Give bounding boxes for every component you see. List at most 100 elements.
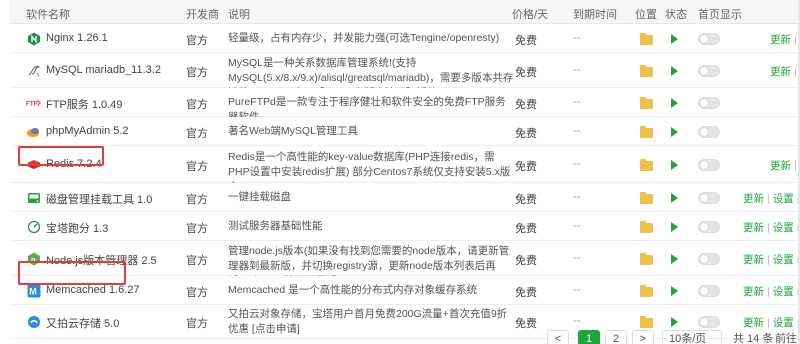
- plugin-name: FTP服务 1.0.49: [46, 98, 123, 111]
- folder-icon[interactable]: [640, 316, 653, 328]
- col-location: 位置: [635, 9, 657, 21]
- plugin-name: Nginx 1.26.1: [46, 31, 108, 44]
- table-row: Nginx 1.26.1 官方 轻量级，占有内存少，并发能力强(可选Tengine/…: [10, 24, 800, 53]
- home-display-toggle[interactable]: [698, 158, 720, 171]
- plugin-developer: 官方: [186, 66, 208, 79]
- plugin-price: 免费: [515, 286, 537, 299]
- folder-icon[interactable]: [640, 220, 653, 233]
- action-separator: |: [767, 285, 770, 298]
- plugin-expire: --: [573, 157, 581, 170]
- action-link[interactable]: 设置: [773, 286, 794, 298]
- home-display-toggle[interactable]: [698, 252, 720, 265]
- plugin-actions: 更新|设置|卸载: [743, 220, 800, 235]
- action-link[interactable]: 更新: [743, 254, 764, 266]
- plugin-expire: --: [573, 315, 581, 327]
- folder-icon[interactable]: [640, 284, 653, 297]
- plugin-table: 软件名称 开发商 说明 价格/天 到期时间 位置 状态 首页显示 Nginx 1…: [10, 0, 800, 339]
- play-icon[interactable]: [671, 126, 678, 137]
- plugin-actions: 更新|设置|卸载: [743, 252, 800, 267]
- page-1-button[interactable]: 1: [578, 330, 600, 344]
- col-home: 首页显示: [698, 9, 742, 21]
- plugin-expire: --: [573, 219, 581, 232]
- home-display-toggle[interactable]: [698, 96, 720, 109]
- pagination: < 1 2 > 10条/页 共 14 条 前往: [0, 328, 800, 344]
- highlight-memcached: [18, 261, 126, 285]
- prev-page-button[interactable]: <: [547, 330, 569, 344]
- disk-icon: [26, 190, 42, 206]
- action-link[interactable]: 设置: [773, 222, 794, 234]
- plugin-developer: 官方: [186, 222, 208, 235]
- plugin-actions: 更新|设: [770, 64, 800, 79]
- home-display-toggle[interactable]: [698, 316, 720, 328]
- plugin-expire: --: [573, 63, 581, 76]
- table-row: MySQL mariadb_11.3.2 官方 MySQL是一种关系数据库管理系统!…: [10, 53, 800, 99]
- play-icon[interactable]: [671, 285, 678, 296]
- action-separator: |: [767, 253, 770, 266]
- table-row: M Memcached 1.6.27 官方 Memcached 是一个高性能的分布式内…: [10, 276, 800, 305]
- plugin-actions: 更新|设置|卸载: [743, 191, 800, 206]
- plugin-price: 免费: [515, 222, 537, 235]
- action-link[interactable]: 更新: [770, 66, 791, 78]
- home-display-toggle[interactable]: [698, 64, 720, 77]
- action-separator: |: [767, 221, 770, 234]
- plugin-developer: 官方: [186, 193, 208, 206]
- folder-icon[interactable]: [640, 32, 653, 45]
- action-separator: |: [767, 192, 770, 205]
- action-link[interactable]: 更新: [770, 160, 791, 172]
- play-icon[interactable]: [671, 33, 678, 44]
- table-body: Nginx 1.26.1 官方 轻量级，占有内存少，并发能力强(可选Tengine/…: [10, 24, 800, 339]
- plugin-price: 免费: [515, 34, 537, 47]
- action-link[interactable]: 更新: [743, 286, 764, 298]
- table-row: phpMyAdmin 5.2 官方 著名Web端MySQL管理工具 免费 --: [10, 117, 800, 146]
- plugin-name: phpMyAdmin 5.2: [46, 124, 129, 137]
- highlight-redis: [18, 146, 104, 166]
- play-icon[interactable]: [671, 317, 678, 327]
- col-status: 状态: [665, 9, 687, 21]
- plugin-actions: 更新|设置|卸载: [743, 284, 800, 299]
- per-page-select[interactable]: 10条/页: [662, 330, 722, 344]
- plugin-developer: 官方: [186, 160, 208, 173]
- ftp-icon: FTP: [26, 95, 42, 111]
- plugin-developer: 官方: [186, 98, 208, 111]
- plugin-developer: 官方: [186, 254, 208, 267]
- folder-icon[interactable]: [640, 158, 653, 171]
- home-display-toggle[interactable]: [698, 284, 720, 297]
- total-count: 共 14 条: [733, 333, 774, 344]
- table-header: 软件名称 开发商 说明 价格/天 到期时间 位置 状态 首页显示: [10, 0, 800, 24]
- action-link[interactable]: 更新: [770, 34, 791, 46]
- play-icon[interactable]: [671, 65, 678, 76]
- play-icon[interactable]: [671, 221, 678, 232]
- plugin-price: 免费: [515, 254, 537, 267]
- folder-icon[interactable]: [640, 96, 653, 109]
- action-link[interactable]: 设置: [773, 193, 794, 205]
- page-2-button[interactable]: 2: [605, 330, 627, 344]
- home-display-toggle[interactable]: [698, 191, 720, 204]
- table-row: FTP FTP服务 1.0.49 官方 PureFTPd是一款专注于程序健壮和软件安全…: [10, 88, 800, 123]
- action-link[interactable]: 设置: [773, 254, 794, 266]
- folder-icon[interactable]: [640, 125, 653, 138]
- plugin-name: 宝塔跑分 1.3: [46, 222, 109, 235]
- home-display-toggle[interactable]: [698, 32, 720, 45]
- action-link[interactable]: 更新: [743, 222, 764, 234]
- play-icon[interactable]: [671, 97, 678, 108]
- plugin-name: Memcached 1.6.27: [46, 283, 140, 296]
- next-page-button[interactable]: >: [632, 330, 654, 344]
- col-dev: 开发商: [186, 9, 219, 21]
- goto-label: 前往: [775, 333, 797, 344]
- plugin-expire: --: [573, 124, 581, 137]
- play-icon[interactable]: [671, 159, 678, 170]
- action-link[interactable]: 更新: [743, 193, 764, 205]
- nginx-icon: [26, 31, 42, 47]
- folder-icon[interactable]: [640, 64, 653, 77]
- folder-icon[interactable]: [640, 191, 653, 204]
- plugin-developer: 官方: [186, 34, 208, 47]
- play-icon[interactable]: [671, 253, 678, 264]
- folder-icon[interactable]: [640, 252, 653, 265]
- table-row: 磁盘管理挂载工具 1.0 官方 一键挂载磁盘 免费 -- 更新|设置|卸载: [10, 183, 800, 212]
- home-display-toggle[interactable]: [698, 125, 720, 138]
- phpmyadmin-icon: [26, 124, 42, 140]
- play-icon[interactable]: [671, 192, 678, 203]
- action-separator: |: [794, 159, 797, 172]
- plugin-expire: --: [573, 283, 581, 296]
- home-display-toggle[interactable]: [698, 220, 720, 233]
